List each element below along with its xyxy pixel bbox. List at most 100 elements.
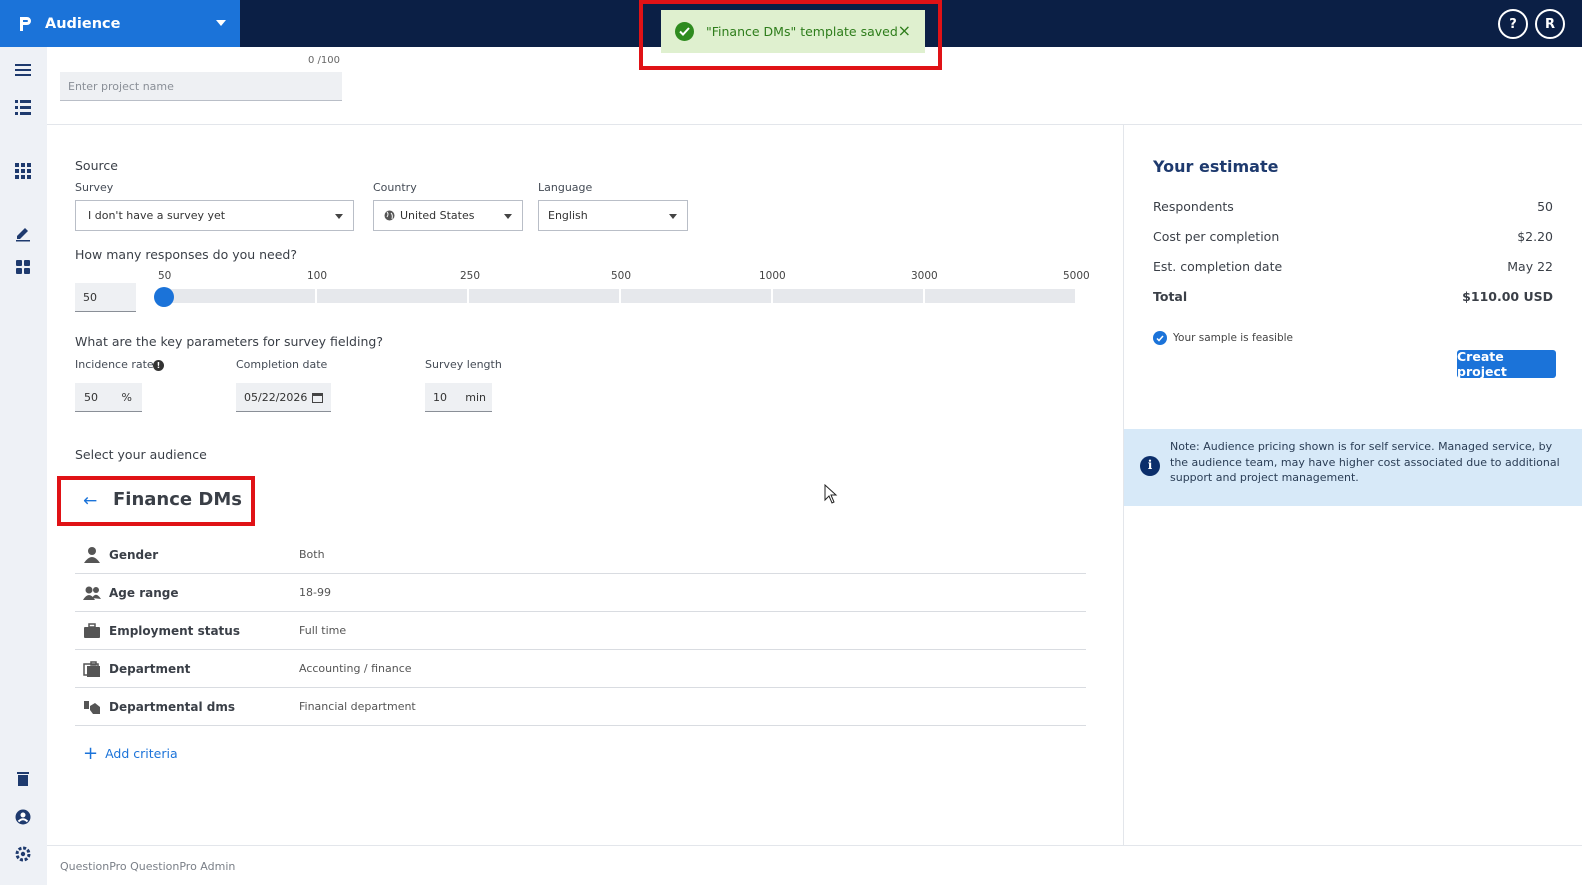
estimate-label: Est. completion date bbox=[1153, 259, 1283, 274]
criteria-key: Department bbox=[109, 661, 191, 676]
estimate-label: Total bbox=[1153, 289, 1188, 304]
criteria-key: Employment status bbox=[109, 623, 240, 638]
estimate-value: $2.20 bbox=[1517, 229, 1553, 244]
estimate-row: Est. completion date May 22 bbox=[1153, 259, 1553, 274]
add-criteria-button[interactable]: + Add criteria bbox=[83, 742, 178, 764]
toast-message: "Finance DMs" template saved bbox=[706, 24, 898, 39]
slider-track-segment[interactable] bbox=[317, 289, 467, 303]
incidence-rate-label: Incidence rate bbox=[75, 358, 154, 371]
briefcase-stack-icon bbox=[83, 660, 100, 677]
country-label: Country bbox=[373, 181, 417, 194]
country-select[interactable]: United States bbox=[373, 200, 523, 231]
globe-icon bbox=[384, 210, 395, 221]
criteria-value: 18-99 bbox=[299, 586, 331, 599]
incidence-rate-value: 50 bbox=[84, 390, 98, 404]
criteria-row[interactable]: Gender Both bbox=[75, 536, 1086, 574]
criteria-value: Full time bbox=[299, 624, 347, 637]
survey-select-value: I don't have a survey yet bbox=[88, 209, 226, 222]
plus-icon: + bbox=[83, 742, 99, 764]
responses-slider-handle[interactable] bbox=[154, 287, 174, 307]
chevron-down-icon bbox=[669, 214, 677, 219]
project-name-input[interactable] bbox=[60, 72, 342, 101]
min-unit: min bbox=[465, 390, 486, 404]
language-label: Language bbox=[538, 181, 593, 194]
estimate-row: Respondents 50 bbox=[1153, 199, 1553, 214]
add-criteria-label: Add criteria bbox=[105, 746, 178, 761]
grid-icon[interactable] bbox=[14, 162, 32, 180]
check-circle-icon bbox=[1153, 331, 1167, 345]
info-icon: i bbox=[1140, 456, 1160, 476]
user-shield-icon[interactable] bbox=[14, 808, 32, 826]
estimate-value: $110.00 USD bbox=[1462, 289, 1553, 304]
app-switcher[interactable]: Audience bbox=[0, 0, 240, 47]
sidebar bbox=[0, 47, 47, 885]
mouse-cursor-icon bbox=[824, 484, 838, 504]
estimate-label: Cost per completion bbox=[1153, 229, 1280, 244]
criteria-value: Accounting / finance bbox=[299, 662, 412, 675]
menu-icon[interactable] bbox=[14, 61, 32, 79]
slider-tick-label: 500 bbox=[611, 270, 632, 282]
help-icon[interactable]: ? bbox=[1498, 9, 1528, 39]
handshake-icon bbox=[84, 700, 100, 714]
completion-date-input[interactable]: 05/22/2026 bbox=[236, 383, 331, 412]
fielding-question: What are the key parameters for survey f… bbox=[75, 334, 383, 349]
survey-length-value: 10 bbox=[433, 390, 447, 404]
slider-track-segment[interactable] bbox=[925, 289, 1075, 303]
footer-text: QuestionPro QuestionPro Admin bbox=[60, 860, 236, 873]
app-title: Audience bbox=[45, 15, 121, 32]
close-icon[interactable]: × bbox=[898, 21, 911, 40]
project-name-counter: 0 /100 bbox=[308, 55, 340, 66]
pricing-note: i Note: Audience pricing shown is for se… bbox=[1124, 429, 1582, 506]
footer-divider bbox=[47, 845, 1582, 846]
slider-track-segment[interactable] bbox=[773, 289, 923, 303]
language-select[interactable]: English bbox=[538, 200, 688, 231]
slider-tick-label: 1000 bbox=[759, 270, 786, 282]
create-project-button[interactable]: Create project bbox=[1457, 349, 1556, 379]
calendar-icon[interactable] bbox=[312, 392, 323, 403]
slider-tick-label: 5000 bbox=[1063, 270, 1090, 282]
criteria-row[interactable]: Departmental dms Financial department bbox=[75, 688, 1086, 726]
audience-template-title: Finance DMs bbox=[113, 489, 242, 510]
estimate-row: Cost per completion $2.20 bbox=[1153, 229, 1553, 244]
slider-track-segment[interactable] bbox=[469, 289, 619, 303]
estimate-value: May 22 bbox=[1507, 259, 1553, 274]
slider-tick-label: 50 bbox=[158, 270, 172, 282]
arrow-left-icon[interactable]: ← bbox=[83, 491, 97, 511]
completion-date-value: 05/22/2026 bbox=[244, 390, 308, 404]
edit-icon[interactable] bbox=[14, 224, 32, 242]
estimate-value: 50 bbox=[1537, 199, 1553, 214]
slider-track-segment[interactable] bbox=[621, 289, 771, 303]
toast-notification: "Finance DMs" template saved × bbox=[661, 10, 925, 53]
chevron-down-icon bbox=[504, 214, 512, 219]
country-select-value: United States bbox=[400, 209, 475, 222]
chevron-down-icon bbox=[335, 214, 343, 219]
slider-tick-label: 3000 bbox=[911, 270, 938, 282]
info-icon[interactable]: ! bbox=[153, 360, 164, 371]
check-circle-icon bbox=[675, 22, 694, 41]
people-icon bbox=[83, 586, 101, 600]
gear-icon[interactable] bbox=[14, 845, 32, 863]
feasible-status: Your sample is feasible bbox=[1153, 331, 1293, 345]
survey-length-label: Survey length bbox=[425, 358, 502, 371]
trash-icon[interactable] bbox=[14, 770, 32, 788]
criteria-row[interactable]: Department Accounting / finance bbox=[75, 650, 1086, 688]
briefcase-icon bbox=[84, 622, 100, 638]
criteria-key: Departmental dms bbox=[109, 699, 235, 714]
survey-length-input[interactable]: 10 min bbox=[425, 383, 492, 412]
dashboard-icon[interactable] bbox=[14, 258, 32, 276]
estimate-label: Respondents bbox=[1153, 199, 1234, 214]
criteria-row[interactable]: Age range 18-99 bbox=[75, 574, 1086, 612]
pricing-note-text: Note: Audience pricing shown is for self… bbox=[1170, 440, 1560, 484]
source-section-label: Source bbox=[75, 158, 118, 173]
incidence-rate-input[interactable]: 50 % bbox=[75, 383, 142, 412]
survey-select[interactable]: I don't have a survey yet bbox=[75, 200, 354, 231]
slider-track-segment[interactable] bbox=[165, 289, 315, 303]
responses-input[interactable]: 50 bbox=[75, 283, 136, 312]
slider-tick-label: 100 bbox=[307, 270, 328, 282]
criteria-row[interactable]: Employment status Full time bbox=[75, 612, 1086, 650]
list-icon[interactable] bbox=[14, 98, 32, 116]
criteria-value: Financial department bbox=[299, 700, 416, 713]
chevron-down-icon[interactable] bbox=[216, 20, 226, 26]
user-avatar[interactable]: R bbox=[1535, 9, 1565, 39]
estimate-title: Your estimate bbox=[1153, 157, 1279, 176]
